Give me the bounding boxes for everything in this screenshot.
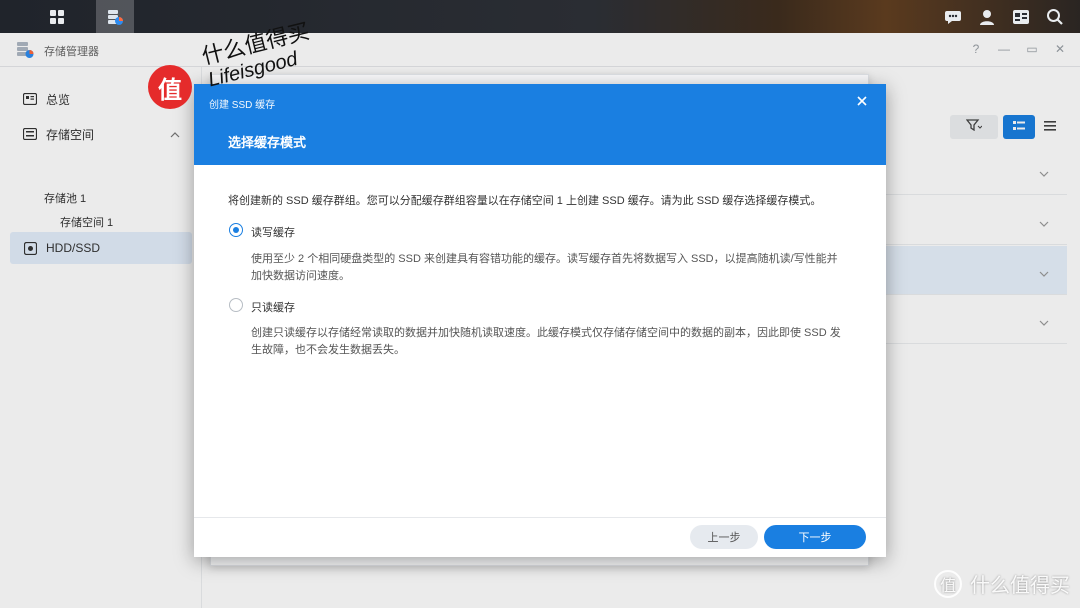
corner-watermark: 值 什么值得买	[934, 569, 1070, 598]
close-icon[interactable]	[854, 93, 870, 109]
previous-button[interactable]: 上一步	[690, 525, 758, 549]
chat-icon[interactable]	[940, 4, 966, 30]
read-only-cache-radio[interactable]	[229, 298, 243, 312]
dialog-header: 创建 SSD 缓存 选择缓存模式	[194, 84, 886, 165]
dialog-heading: 选择缓存模式	[228, 135, 307, 150]
read-only-cache-label[interactable]: 只读缓存	[251, 299, 295, 315]
description-line: 使用至少 2 个相同硬盘类型的 SSD 来创建具有容错功能的缓存。读写缓存首先将…	[251, 253, 838, 265]
apps-grid-icon[interactable]	[38, 0, 76, 33]
description-line: 生故障，也不会发生数据丢失。	[251, 344, 405, 356]
dialog-title: 创建 SSD 缓存	[209, 100, 276, 111]
read-only-cache-description: 创建只读缓存以存储经常读取的数据并加快随机读取速度。此缓存模式仅存储存储空间中的…	[251, 325, 851, 359]
user-icon[interactable]	[974, 4, 1000, 30]
dialog-footer: 上一步 下一步	[194, 517, 886, 557]
dialog-body: 将创建新的 SSD 缓存群组。您可以分配缓存群组容量以在存储空间 1 上创建 S…	[194, 165, 886, 517]
description-line: 创建只读缓存以存储经常读取的数据并加快随机读取速度。此缓存模式仅存储存储空间中的…	[251, 327, 841, 339]
next-button[interactable]: 下一步	[764, 525, 866, 549]
read-write-cache-label[interactable]: 读写缓存	[251, 224, 295, 240]
create-ssd-cache-dialog: 创建 SSD 缓存 选择缓存模式 将创建新的 SSD 缓存群组。您可以分配缓存群…	[194, 84, 886, 557]
watermark-logo: 值	[148, 65, 192, 109]
intro-text: 将创建新的 SSD 缓存群组。您可以分配缓存群组容量以在存储空间 1 上创建 S…	[228, 195, 822, 207]
search-icon[interactable]	[1042, 4, 1068, 30]
widgets-icon[interactable]	[1008, 4, 1034, 30]
storage-manager-icon[interactable]	[96, 0, 134, 33]
description-line: 加快数据访问速度。	[251, 270, 350, 282]
read-write-cache-description: 使用至少 2 个相同硬盘类型的 SSD 来创建具有容错功能的缓存。读写缓存首先将…	[251, 251, 851, 285]
read-write-cache-radio[interactable]	[229, 223, 243, 237]
watermark-corner-text: 什么值得买	[970, 575, 1070, 597]
watermark-corner-logo: 值	[934, 569, 962, 598]
taskbar	[0, 0, 1080, 33]
